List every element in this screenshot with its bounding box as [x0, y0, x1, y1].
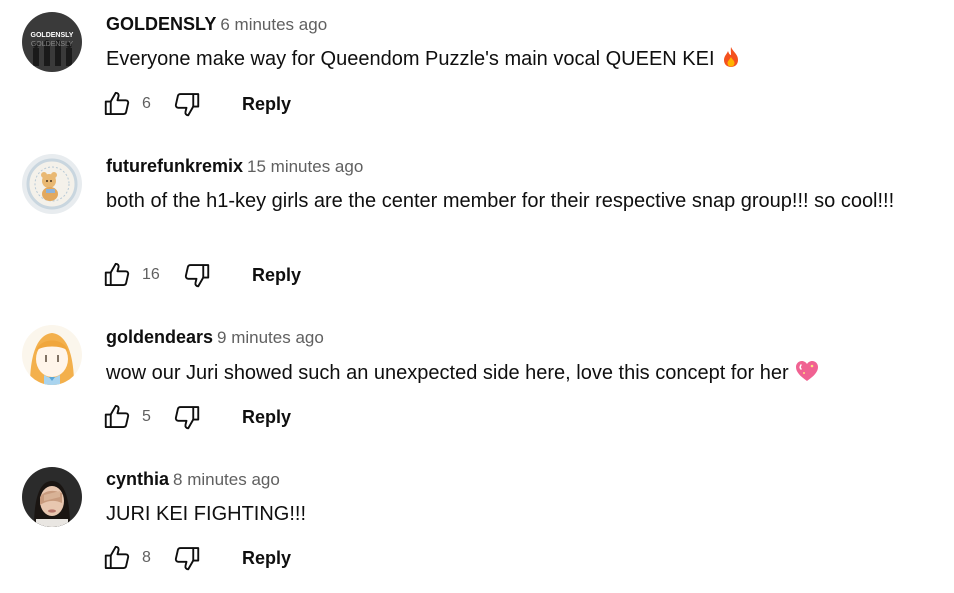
like-count: 5	[142, 408, 151, 425]
avatar[interactable]	[22, 154, 82, 214]
svg-text:GOLDENSLY: GOLDENSLY	[31, 32, 74, 39]
comment-actions: 16 Reply	[102, 260, 402, 294]
comment-time[interactable]: 8 minutes ago	[173, 470, 280, 489]
thumbs-up-icon	[102, 543, 132, 578]
avatar[interactable]	[22, 467, 82, 527]
comment-header: cynthia 8 minutes ago	[106, 469, 280, 490]
thumbs-down-icon	[182, 260, 212, 295]
reply-button[interactable]: Reply	[252, 265, 301, 286]
dislike-button[interactable]	[172, 402, 202, 436]
comment-body: Everyone make way for Queendom Puzzle's …	[106, 48, 715, 70]
like-button[interactable]	[102, 89, 132, 123]
fire-emoji	[721, 46, 741, 77]
dislike-button[interactable]	[172, 89, 202, 123]
thumbs-up-icon	[102, 260, 132, 295]
dislike-button[interactable]	[182, 260, 212, 294]
comment-actions: 8 Reply	[102, 543, 402, 577]
thumbs-up-icon	[102, 402, 132, 437]
comment-text: both of the h1-key girls are the center …	[106, 186, 896, 216]
comment-author[interactable]: cynthia	[106, 469, 169, 489]
comment-header: GOLDENSLY 6 minutes ago	[106, 14, 327, 35]
thumbs-up-icon	[102, 89, 132, 124]
comment-author[interactable]: futurefunkremix	[106, 156, 243, 176]
reply-button[interactable]: Reply	[242, 94, 291, 115]
comment-body: JURI KEI FIGHTING!!!	[106, 503, 307, 525]
like-button[interactable]	[102, 543, 132, 577]
like-count: 16	[142, 266, 160, 283]
like-button[interactable]	[102, 402, 132, 436]
comment-author[interactable]: GOLDENSLY	[106, 14, 216, 34]
comment-author[interactable]: goldendears	[106, 327, 213, 347]
comment-header: goldendears 9 minutes ago	[106, 327, 324, 348]
comment-actions: 6 Reply	[102, 89, 402, 123]
thumbs-down-icon	[172, 402, 202, 437]
comment-time[interactable]: 6 minutes ago	[220, 15, 327, 34]
comment-time[interactable]: 9 minutes ago	[217, 328, 324, 347]
avatar[interactable]: GOLDENSLY GOLDENSLY	[22, 12, 82, 72]
comment-text: Everyone make way for Queendom Puzzle's …	[106, 44, 906, 77]
comment-text: wow our Juri showed such an unexpected s…	[106, 358, 906, 391]
like-count: 8	[142, 549, 151, 566]
like-count: 6	[142, 95, 151, 112]
comment-header: futurefunkremix 15 minutes ago	[106, 156, 363, 177]
comment-body: both of the h1-key girls are the center …	[106, 190, 895, 212]
thumbs-down-icon	[172, 543, 202, 578]
comment-actions: 5 Reply	[102, 402, 402, 436]
dislike-button[interactable]	[172, 543, 202, 577]
reply-button[interactable]: Reply	[242, 548, 291, 569]
comment-body: wow our Juri showed such an unexpected s…	[106, 362, 789, 384]
sparkling-heart-emoji	[795, 360, 819, 391]
like-button[interactable]	[102, 260, 132, 294]
thumbs-down-icon	[172, 89, 202, 124]
comment-text: JURI KEI FIGHTING!!!	[106, 499, 906, 529]
comment-time[interactable]: 15 minutes ago	[247, 157, 363, 176]
svg-text:GOLDENSLY: GOLDENSLY	[31, 41, 74, 48]
reply-button[interactable]: Reply	[242, 407, 291, 428]
avatar[interactable]	[22, 325, 82, 385]
